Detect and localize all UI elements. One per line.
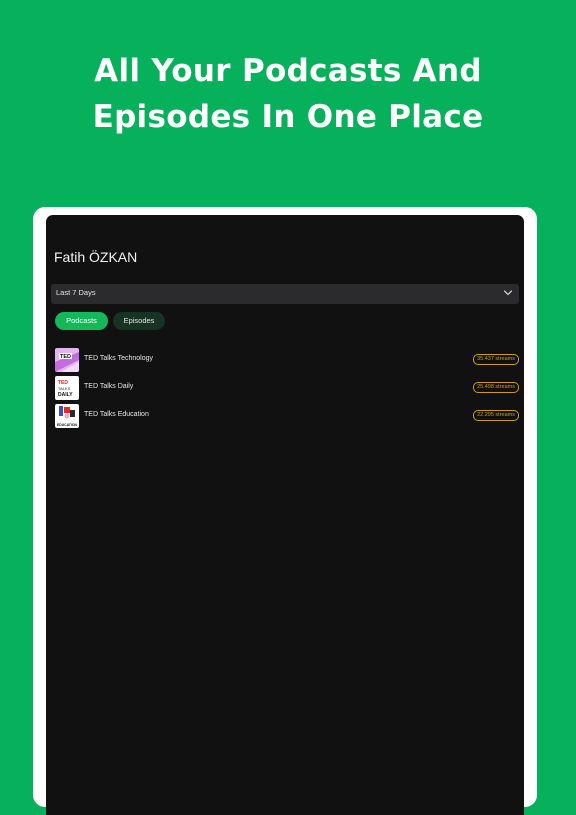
headline-line-2: Episodes In One Place (92, 99, 484, 135)
podcast-title: TED Talks Education (84, 411, 149, 418)
podcast-cover-technology: TED (55, 348, 79, 372)
podcast-row-ted-talks-technology[interactable]: TED TED Talks Technology 35.437 streams (55, 348, 519, 372)
podcast-row-ted-talks-education[interactable]: EDUCATION TED Talks Education 22.295 str… (55, 404, 519, 428)
podcast-cover-daily: TED TALKS DAILY (55, 376, 79, 400)
svg-text:DAILY: DAILY (58, 392, 73, 398)
date-range-value: Last 7 Days (56, 288, 96, 297)
svg-text:TALKS: TALKS (58, 386, 71, 391)
podcast-cover-education: EDUCATION (55, 404, 79, 428)
chevron-down-icon (503, 290, 513, 296)
cover-text-technology: TED (60, 354, 71, 360)
promo-headline: All Your Podcasts And Episodes In One Pl… (0, 48, 576, 140)
user-name: Fatih ÖZKAN (54, 249, 138, 265)
podcast-title: TED Talks Technology (84, 355, 153, 362)
podcast-list: TED TED Talks Technology 35.437 streams … (55, 348, 519, 432)
podcast-row-ted-talks-daily[interactable]: TED TALKS DAILY TED Talks Daily 25.498 s… (55, 376, 519, 400)
app-screen: Fatih ÖZKAN Last 7 Days Podcasts Episode… (46, 215, 524, 815)
tab-episodes[interactable]: Episodes (113, 312, 165, 330)
headline-line-1: All Your Podcasts And (94, 53, 482, 89)
streams-badge: 35.437 streams (473, 354, 519, 365)
streams-badge: 25.498 streams (473, 382, 519, 393)
svg-text:EDUCATION: EDUCATION (57, 423, 77, 427)
podcast-title: TED Talks Daily (84, 383, 134, 390)
tab-podcasts[interactable]: Podcasts (55, 312, 108, 330)
date-range-select[interactable]: Last 7 Days (51, 284, 519, 304)
streams-badge: 22.295 streams (473, 410, 519, 421)
